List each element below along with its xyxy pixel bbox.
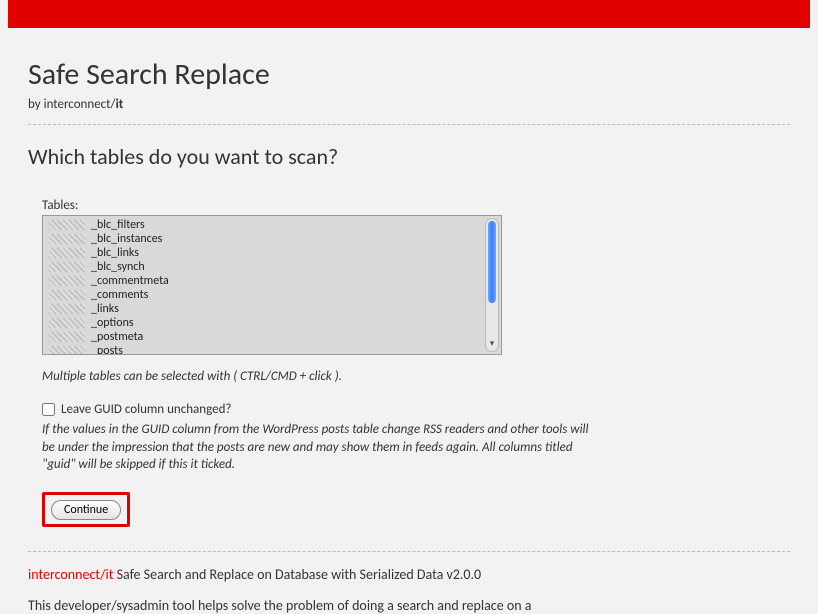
table-option[interactable]: _blc_filters [43,218,485,232]
table-prefix-redacted [49,234,85,244]
divider [28,124,790,125]
table-option[interactable]: _links [43,302,485,316]
table-option[interactable]: _blc_links [43,246,485,260]
scrollbar[interactable]: ▾ [485,218,499,352]
table-prefix-redacted [49,318,85,328]
table-prefix-redacted [49,304,85,314]
continue-button[interactable]: Continue [51,500,121,520]
guid-help-text: If the values in the GUID column from th… [42,421,602,474]
continue-highlight-box: Continue [42,492,130,527]
divider [28,551,790,552]
scroll-down-icon[interactable]: ▾ [486,339,498,349]
table-option-label: _comments [91,288,148,302]
table-prefix-redacted [49,332,85,342]
multiselect-hint: Multiple tables can be selected with ( C… [42,369,790,384]
table-option-label: _options [91,316,134,330]
tables-multiselect[interactable]: _blc_filters_blc_instances_blc_links_blc… [42,215,502,355]
table-option[interactable]: _options [43,316,485,330]
byline-prefix: by interconnect/ [28,97,116,112]
table-option-label: _links [91,302,119,316]
table-prefix-redacted [49,290,85,300]
guid-checkbox[interactable] [42,403,55,416]
table-prefix-redacted [49,220,85,230]
table-option[interactable]: _commentmeta [43,274,485,288]
table-option[interactable]: _postmeta [43,330,485,344]
table-option[interactable]: _blc_instances [43,232,485,246]
table-prefix-redacted [49,346,85,354]
table-option-label: _postmeta [91,330,143,344]
table-option-label: _blc_synch [91,260,145,274]
footer-description: This developer/sysadmin tool helps solve… [28,597,790,614]
header-red-bar [8,0,810,28]
table-option[interactable]: _blc_synch [43,260,485,274]
footer-title-rest: Safe Search and Replace on Database with… [113,566,481,583]
page-title: Safe Search Replace [28,56,790,93]
question-heading: Which tables do you want to scan? [28,143,790,170]
footer-title: interconnect/it Safe Search and Replace … [28,566,790,583]
table-prefix-redacted [49,248,85,258]
table-prefix-redacted [49,262,85,272]
table-option-label: _blc_filters [91,218,145,232]
scroll-thumb[interactable] [488,221,496,303]
tables-label: Tables: [42,198,790,213]
table-option[interactable]: _comments [43,288,485,302]
table-option-label: _commentmeta [91,274,169,288]
table-option-label: _posts [91,344,123,354]
table-option[interactable]: _posts [43,344,485,354]
table-option-label: _blc_links [91,246,139,260]
table-option-label: _blc_instances [91,232,162,246]
guid-checkbox-label: Leave GUID column unchanged? [61,402,231,417]
footer-brand: interconnect/it [28,566,113,583]
byline-brand-bold: it [116,97,124,112]
byline: by interconnect/it [28,97,790,112]
table-prefix-redacted [49,276,85,286]
